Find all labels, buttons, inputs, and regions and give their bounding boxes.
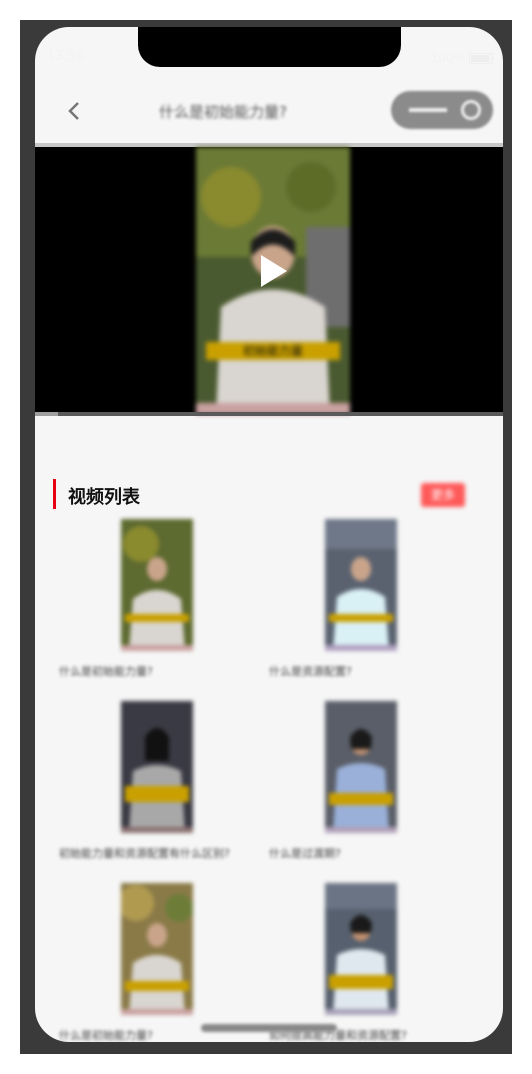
battery-icon [469,52,493,64]
more-button[interactable]: 更多 [421,483,465,507]
play-icon[interactable] [259,253,289,289]
video-card-title: 什么是初始能力量? [59,665,153,678]
thumbnail-caption: 初始能力量 [243,344,303,358]
video-list-header: 视频列表 更多 [35,479,503,509]
chevron-left-icon[interactable] [67,100,81,122]
home-indicator[interactable] [201,1024,337,1032]
video-card-thumbnail [325,883,397,1015]
mini-program-capsule [391,91,493,129]
video-card-thumbnail [325,519,397,651]
video-card-title: 初始能力量和资源配置有什么区别? [59,847,230,860]
status-time: 13:56 [47,49,85,64]
page-title: 什么是初始能力量? [159,103,287,121]
video-card-thumbnail [121,519,193,651]
video-player[interactable]: 初始能力量 [35,143,503,416]
target-circle-icon[interactable] [461,100,481,120]
phone-screen: 13:56 100% 什么是初始能力量? 初始能力量 视频列表 更多 什么是初始… [35,27,503,1042]
section-title: 视频列表 [68,487,140,508]
video-card-thumbnail [121,701,193,833]
video-card-thumbnail [325,701,397,833]
section-accent-bar [53,479,56,509]
status-battery: 100% [431,51,493,65]
video-progress-bar[interactable] [35,412,503,416]
video-card-title: 什么是资源配置? [269,665,352,678]
device-notch [138,27,401,67]
battery-percent: 100% [430,51,465,65]
navigation-bar: 什么是初始能力量? [35,83,503,143]
more-dots-icon[interactable] [409,108,447,112]
video-progress-fill [35,412,59,416]
video-card-title: 什么是过渡期? [269,847,341,860]
video-card-thumbnail [121,883,193,1015]
